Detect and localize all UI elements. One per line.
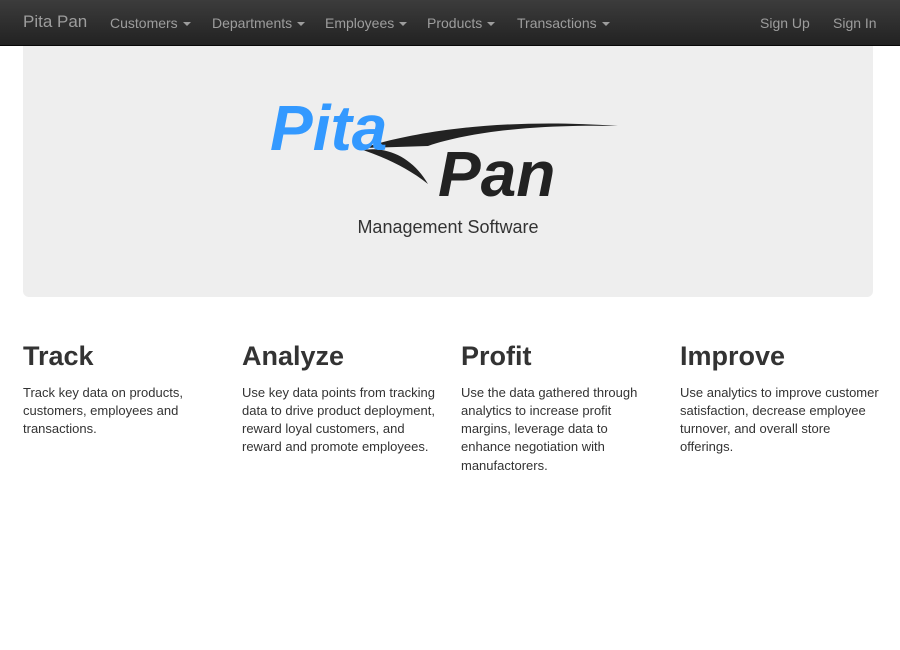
feature-track: Track Track key data on products, custom… bbox=[23, 341, 223, 438]
nav-employees-label: Employees bbox=[325, 15, 395, 31]
caret-down-icon bbox=[399, 22, 408, 27]
feature-title: Analyze bbox=[242, 341, 345, 371]
nav-employees-dropdown[interactable]: Employees bbox=[325, 15, 408, 31]
nav-transactions-dropdown[interactable]: Transactions bbox=[517, 15, 610, 31]
feature-description: Use key data points from tracking data t… bbox=[242, 384, 435, 455]
sign-in-link[interactable]: Sign In bbox=[833, 15, 877, 31]
feature-title: Profit bbox=[461, 341, 532, 371]
feature-improve: Improve Use analytics to improve custome… bbox=[680, 341, 880, 457]
caret-down-icon bbox=[182, 22, 191, 27]
brand-link[interactable]: Pita Pan bbox=[23, 12, 87, 32]
caret-down-icon bbox=[487, 22, 496, 27]
nav-transactions-label: Transactions bbox=[517, 15, 597, 31]
nav-products-label: Products bbox=[427, 15, 483, 31]
caret-down-icon bbox=[297, 22, 306, 27]
sign-up-link[interactable]: Sign Up bbox=[760, 15, 810, 31]
feature-analyze: Analyze Use key data points from trackin… bbox=[242, 341, 442, 457]
nav-departments-dropdown[interactable]: Departments bbox=[212, 15, 306, 31]
nav-departments-label: Departments bbox=[212, 15, 293, 31]
feature-description: Track key data on products, customers, e… bbox=[23, 384, 183, 437]
top-navbar: Pita Pan Customers Departments Employees… bbox=[0, 0, 900, 46]
hero-tagline: Management Software bbox=[357, 217, 539, 237]
hero-jumbotron: Pita Pan Management Software bbox=[23, 46, 873, 297]
nav-products-dropdown[interactable]: Products bbox=[427, 15, 496, 31]
nav-customers-label: Customers bbox=[110, 15, 178, 31]
caret-down-icon bbox=[601, 22, 610, 27]
feature-profit: Profit Use the data gathered through ana… bbox=[461, 341, 661, 475]
nav-customers-dropdown[interactable]: Customers bbox=[110, 15, 191, 31]
feature-title: Track bbox=[23, 341, 94, 371]
feature-description: Use analytics to improve customer satisf… bbox=[680, 384, 879, 455]
feature-title: Improve bbox=[680, 341, 786, 371]
pita-pan-logo: Pita Pan bbox=[270, 92, 618, 200]
logo-word-pan: Pan bbox=[438, 138, 555, 200]
feature-description: Use the data gathered through analytics … bbox=[461, 384, 638, 473]
logo-word-pita: Pita bbox=[270, 92, 387, 164]
